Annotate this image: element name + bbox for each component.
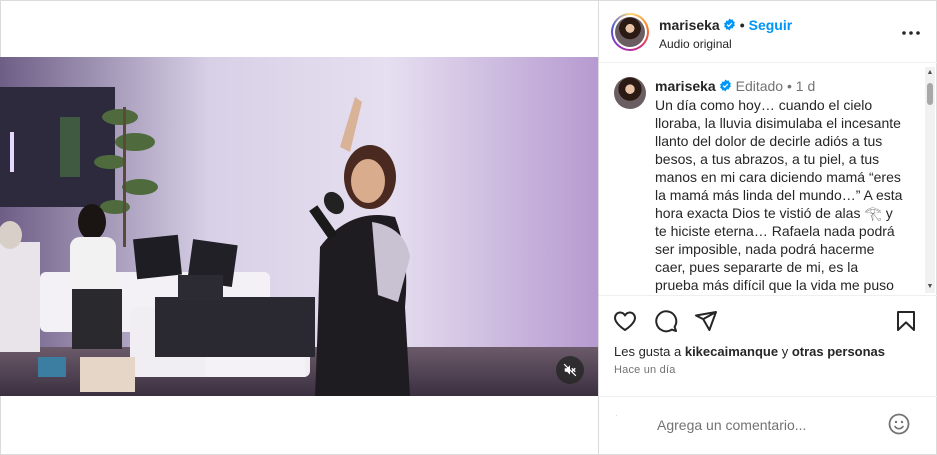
scroll-down-arrow-icon[interactable]: ▼: [926, 283, 934, 291]
edited-label: Editado: [735, 78, 784, 94]
comment-input[interactable]: [657, 415, 877, 435]
caption-avatar[interactable]: [614, 77, 646, 109]
caption-section: mariseka Editado • 1 d Un día como hoy… …: [599, 63, 937, 296]
caption-username[interactable]: mariseka: [655, 78, 716, 94]
liker-username[interactable]: kikecaimanque: [685, 344, 778, 359]
author-avatar[interactable]: [611, 13, 649, 51]
post-age[interactable]: 1 d: [796, 78, 815, 94]
action-bar: [599, 306, 937, 336]
comment-icon[interactable]: [654, 309, 678, 333]
likes-summary: Les gusta a kikecaimanque y otras person…: [614, 344, 885, 359]
caption-header: mariseka Editado • 1 d: [655, 78, 815, 94]
author-username[interactable]: mariseka: [659, 17, 720, 33]
scroll-up-arrow-icon[interactable]: ▲: [926, 69, 934, 77]
mute-toggle-button[interactable]: [556, 356, 584, 384]
comment-indicator-icon: ·: [615, 411, 618, 420]
heart-icon[interactable]: [613, 309, 637, 333]
separator-dot: •: [739, 17, 745, 33]
avatar-image: [615, 17, 645, 47]
emoji-icon[interactable]: [887, 412, 911, 436]
follow-button[interactable]: Seguir: [749, 17, 793, 33]
verified-badge-icon: [723, 18, 735, 31]
post-sidebar: mariseka • Seguir Audio original mariseka …: [598, 0, 937, 455]
verified-badge-icon: [719, 79, 731, 92]
likes-connector: y: [781, 344, 789, 359]
other-likers-link[interactable]: otras personas: [792, 344, 885, 359]
caption-scrollbar[interactable]: ▲ ▼: [925, 67, 935, 293]
post-timestamp[interactable]: Hace un día: [614, 364, 676, 376]
speaker-muted-icon: [563, 363, 577, 377]
post-header: mariseka • Seguir Audio original: [599, 0, 937, 63]
author-line: mariseka • Seguir: [659, 17, 792, 33]
audio-label[interactable]: Audio original: [659, 37, 732, 51]
caption-text: Un día como hoy… cuando el cielo lloraba…: [655, 97, 903, 293]
scrollbar-thumb[interactable]: [927, 83, 933, 105]
more-options-icon[interactable]: [899, 23, 923, 43]
comment-bar: ·: [599, 396, 937, 455]
video-frame-image: [0, 57, 598, 396]
post-video[interactable]: [0, 57, 598, 396]
bookmark-icon[interactable]: [894, 309, 918, 333]
share-icon[interactable]: [694, 309, 718, 333]
separator-dot: •: [786, 78, 792, 94]
likes-prefix: Les gusta a: [614, 344, 682, 359]
